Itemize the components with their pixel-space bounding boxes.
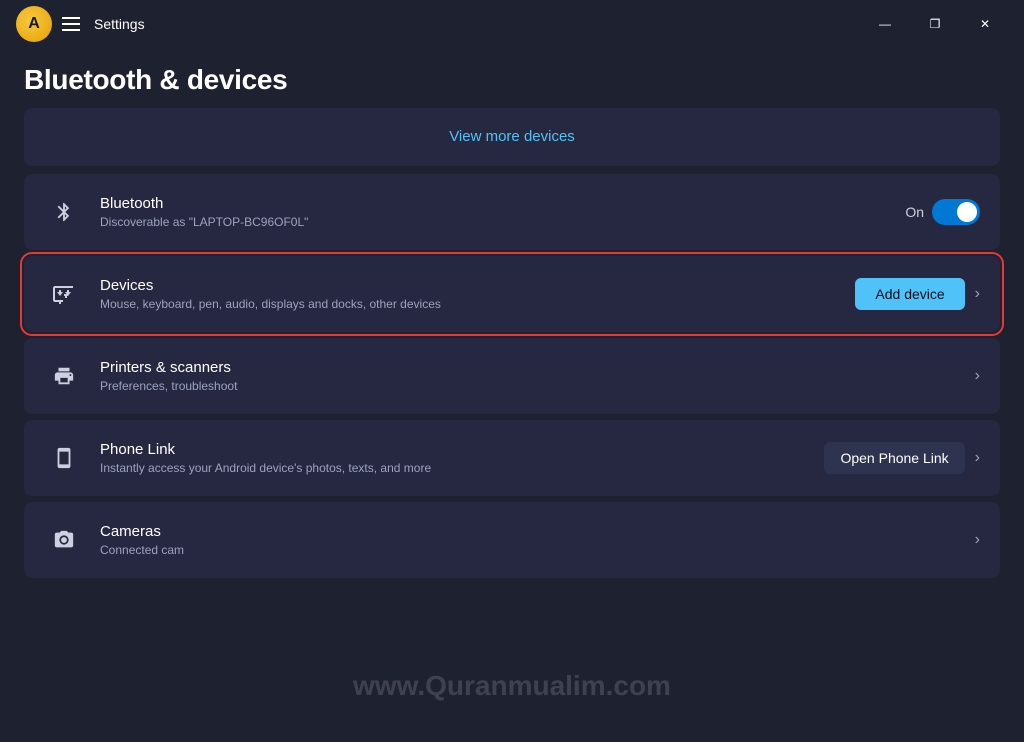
printers-title: Printers & scanners xyxy=(100,359,975,376)
bluetooth-subtitle: Discoverable as "LAPTOP-BC96OF0L" xyxy=(100,215,905,229)
bluetooth-toggle-label: On xyxy=(905,204,924,220)
cameras-icon xyxy=(44,520,84,560)
cameras-title: Cameras xyxy=(100,523,975,540)
bluetooth-icon xyxy=(44,192,84,232)
hamburger-icon[interactable] xyxy=(62,17,80,31)
devices-title: Devices xyxy=(100,277,855,294)
bluetooth-toggle-container: On xyxy=(905,199,980,225)
watermark: www.Quranmualim.com xyxy=(353,670,671,702)
title-bar: A Settings — ❐ ✕ xyxy=(0,0,1024,48)
cameras-right: › xyxy=(975,531,980,549)
phone-link-icon xyxy=(44,438,84,478)
phone-link-subtitle: Instantly access your Android device's p… xyxy=(100,461,824,475)
maximize-button[interactable]: ❐ xyxy=(912,8,958,40)
phone-link-right: Open Phone Link › xyxy=(824,442,980,474)
phone-link-chevron: › xyxy=(975,449,980,467)
devices-chevron: › xyxy=(975,285,980,303)
devices-content: Devices Mouse, keyboard, pen, audio, dis… xyxy=(100,277,855,311)
view-more-devices-label: View more devices xyxy=(449,128,575,145)
close-button[interactable]: ✕ xyxy=(962,8,1008,40)
phone-link-content: Phone Link Instantly access your Android… xyxy=(100,441,824,475)
devices-right: Add device › xyxy=(855,278,980,310)
bluetooth-content: Bluetooth Discoverable as "LAPTOP-BC96OF… xyxy=(100,195,905,229)
bluetooth-right: On xyxy=(905,199,980,225)
bluetooth-item[interactable]: Bluetooth Discoverable as "LAPTOP-BC96OF… xyxy=(24,174,1000,250)
devices-subtitle: Mouse, keyboard, pen, audio, displays an… xyxy=(100,297,855,311)
cameras-chevron: › xyxy=(975,531,980,549)
view-more-devices-banner[interactable]: View more devices xyxy=(24,108,1000,166)
devices-icon xyxy=(44,274,84,314)
cameras-item[interactable]: Cameras Connected cam › xyxy=(24,502,1000,578)
bluetooth-toggle[interactable] xyxy=(932,199,980,225)
printers-icon xyxy=(44,356,84,396)
phone-link-item[interactable]: Phone Link Instantly access your Android… xyxy=(24,420,1000,496)
open-phone-link-button[interactable]: Open Phone Link xyxy=(824,442,964,474)
page-title: Bluetooth & devices xyxy=(24,64,1000,96)
settings-list: Bluetooth Discoverable as "LAPTOP-BC96OF… xyxy=(0,174,1024,578)
cameras-content: Cameras Connected cam xyxy=(100,523,975,557)
title-bar-title: Settings xyxy=(94,16,145,32)
printers-item[interactable]: Printers & scanners Preferences, trouble… xyxy=(24,338,1000,414)
minimize-button[interactable]: — xyxy=(862,8,908,40)
app-logo: A xyxy=(16,6,52,42)
devices-item[interactable]: Devices Mouse, keyboard, pen, audio, dis… xyxy=(24,256,1000,332)
add-device-button[interactable]: Add device xyxy=(855,278,964,310)
phone-link-title: Phone Link xyxy=(100,441,824,458)
page-header: Bluetooth & devices xyxy=(0,48,1024,108)
printers-subtitle: Preferences, troubleshoot xyxy=(100,379,975,393)
title-bar-controls: — ❐ ✕ xyxy=(862,8,1008,40)
printers-chevron: › xyxy=(975,367,980,385)
cameras-subtitle: Connected cam xyxy=(100,543,975,557)
bluetooth-title: Bluetooth xyxy=(100,195,905,212)
printers-right: › xyxy=(975,367,980,385)
printers-content: Printers & scanners Preferences, trouble… xyxy=(100,359,975,393)
title-bar-left: A Settings xyxy=(16,6,145,42)
